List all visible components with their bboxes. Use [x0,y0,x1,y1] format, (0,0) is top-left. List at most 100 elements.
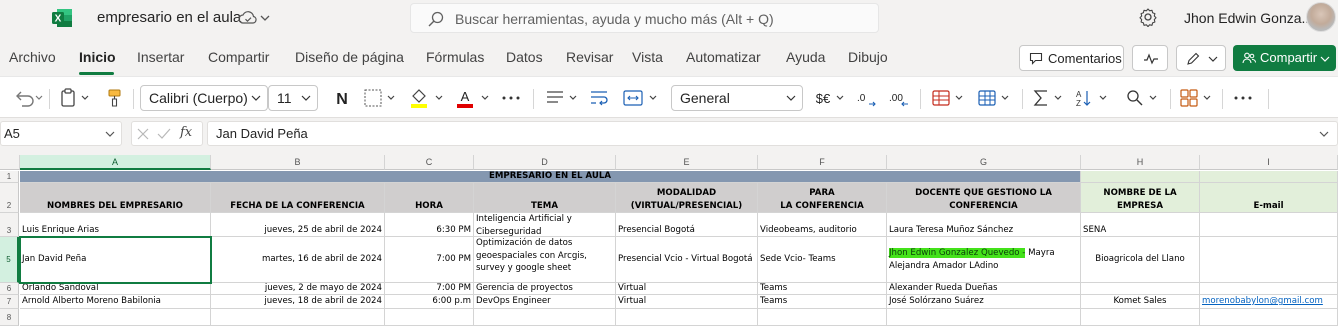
column-header-c[interactable]: C [385,155,474,170]
row-header-6[interactable]: 6 [0,283,19,295]
cell-g7[interactable]: José Solórzano Suárez [887,295,1081,309]
chevron-down-icon[interactable] [1319,130,1329,138]
cell-i6[interactable] [1200,283,1338,295]
cell-h8[interactable] [1081,309,1200,326]
cell-c7[interactable]: 6:00 p.m [385,295,474,309]
borders-icon[interactable] [362,87,402,109]
header-cell-a[interactable]: NOMBRES DEL EMPRESARIO [20,183,211,213]
format-as-table-icon[interactable] [976,87,1016,109]
user-name[interactable]: Jhon Edwin Gonza... [1184,10,1313,26]
tab-formulas[interactable]: Fórmulas [426,49,484,65]
paste-icon[interactable] [58,87,94,109]
cell-a8[interactable] [20,309,211,326]
cell-d3[interactable]: Inteligencia Artificial y Ciberseguridad [474,213,616,237]
header-cell-f[interactable]: RECURSOS SOLICITADOS PARA LA CONFERENCIA [758,183,887,213]
header-cell-i[interactable]: E-mail [1200,183,1338,213]
tab-compartir[interactable]: Compartir [208,49,269,65]
more-icon[interactable] [1232,87,1254,109]
cell-e6[interactable]: Virtual [616,283,758,295]
cell-b5[interactable]: martes, 16 de abril de 2024 [211,237,385,283]
cell-c6[interactable]: 7:00 PM [385,283,474,295]
cell-a5[interactable]: Jan David Peña [20,237,211,283]
addins-icon[interactable] [1178,87,1218,109]
wrap-text-icon[interactable] [588,87,610,109]
spreadsheet-grid[interactable]: A B C D E F G H I 1 2 3 5 6 7 8 EMPRESAR… [0,155,1338,326]
tab-vista[interactable]: Vista [632,49,663,65]
cell-a6[interactable]: Orlando Sandoval [20,283,211,295]
check-icon[interactable] [156,127,172,141]
tab-archivo[interactable]: Archivo [9,49,56,65]
number-format-dropdown[interactable]: General [671,85,803,111]
cell-h1[interactable] [1081,171,1200,183]
tab-dibujo[interactable]: Dibujo [848,49,888,65]
cell-g5[interactable]: Jhon Edwin Gonzalez Quevedo - Mayra Alej… [887,237,1081,283]
search-box[interactable] [410,3,879,33]
sort-filter-icon[interactable]: AZ [1074,87,1114,109]
tab-revisar[interactable]: Revisar [566,49,613,65]
decrease-decimal-icon[interactable]: .00 [887,87,913,109]
cell-d6[interactable]: Gerencia de proyectos [474,283,616,295]
share-button[interactable]: Compartir [1233,45,1336,71]
cell-d5[interactable]: Optimización de datos geoespaciales con … [474,237,616,283]
column-header-b[interactable]: B [211,155,385,170]
font-size-dropdown[interactable]: 11 [268,85,318,111]
cell-g6[interactable]: Alexander Rueda Dueñas [887,283,1081,295]
header-cell-b[interactable]: FECHA DE LA CONFERENCIA [211,183,385,213]
cell-b8[interactable] [211,309,385,326]
formula-input[interactable]: Jan David Peña [207,121,1338,146]
tab-insertar[interactable]: Insertar [137,49,184,65]
comments-button[interactable]: Comentarios [1019,45,1124,71]
fx-icon[interactable]: fx [180,125,192,140]
cell-h6[interactable] [1081,283,1200,295]
increase-decimal-icon[interactable]: .0 [854,87,880,109]
more-icon[interactable] [500,87,522,109]
search-input[interactable] [455,8,865,30]
header-cell-g[interactable]: DOCENTE QUE GESTIONO LA CONFERENCIA [887,183,1081,213]
cell-b7[interactable]: jueves, 18 de abril de 2024 [211,295,385,309]
tab-inicio[interactable]: Inicio [79,49,116,65]
cell-d8[interactable] [474,309,616,326]
cell-b6[interactable]: jueves, 2 de mayo de 2024 [211,283,385,295]
excel-logo-icon[interactable]: X [51,7,73,29]
cell-f6[interactable]: Teams [758,283,887,295]
fill-color-icon[interactable] [408,87,450,109]
cell-i1[interactable] [1200,171,1338,183]
cell-f5[interactable]: Sede Vcio- Teams [758,237,887,283]
cell-i7[interactable]: morenobabylon@gmail.com [1200,295,1338,309]
cell-e8[interactable] [616,309,758,326]
column-header-h[interactable]: H [1081,155,1200,170]
cell-g3[interactable]: Laura Teresa Muñoz Sánchez [887,213,1081,237]
cell-c3[interactable]: 6:30 PM [385,213,474,237]
font-color-icon[interactable]: A [454,87,496,109]
merge-icon[interactable] [622,87,664,109]
header-cell-h[interactable]: NOMBRE DE LA EMPRESA [1081,183,1200,213]
row-header-5[interactable]: 5 [0,237,19,283]
column-header-e[interactable]: E [616,155,758,170]
cell-f7[interactable]: Teams [758,295,887,309]
chevron-down-icon[interactable] [259,11,271,25]
sheet-title-cell[interactable]: EMPRESARIO EN EL AULA [20,171,1081,183]
avatar[interactable] [1306,2,1336,32]
cell-i8[interactable] [1200,309,1338,326]
column-header-g[interactable]: G [887,155,1081,170]
cell-b3[interactable]: jueves, 25 de abril de 2024 [211,213,385,237]
gear-icon[interactable] [1138,7,1158,27]
cancel-icon[interactable] [136,127,150,141]
row-header-2[interactable]: 2 [0,183,19,213]
header-cell-c[interactable]: HORA [385,183,474,213]
column-header-i[interactable]: I [1200,155,1338,170]
format-painter-icon[interactable] [104,87,126,109]
header-cell-d[interactable]: TEMA [474,183,616,213]
row-header-1[interactable]: 1 [0,171,19,183]
cloud-saved-icon[interactable] [238,9,258,27]
activity-button[interactable] [1132,45,1168,71]
column-header-f[interactable]: F [758,155,887,170]
conditional-format-icon[interactable] [930,87,970,109]
cell-h7[interactable]: Komet Sales [1081,295,1200,309]
editing-mode-button[interactable] [1176,45,1226,71]
align-icon[interactable] [544,87,584,109]
cell-f3[interactable]: Videobeams, auditorio [758,213,887,237]
undo-icon[interactable] [14,87,44,109]
tab-datos[interactable]: Datos [506,49,543,65]
find-icon[interactable] [1124,87,1164,109]
